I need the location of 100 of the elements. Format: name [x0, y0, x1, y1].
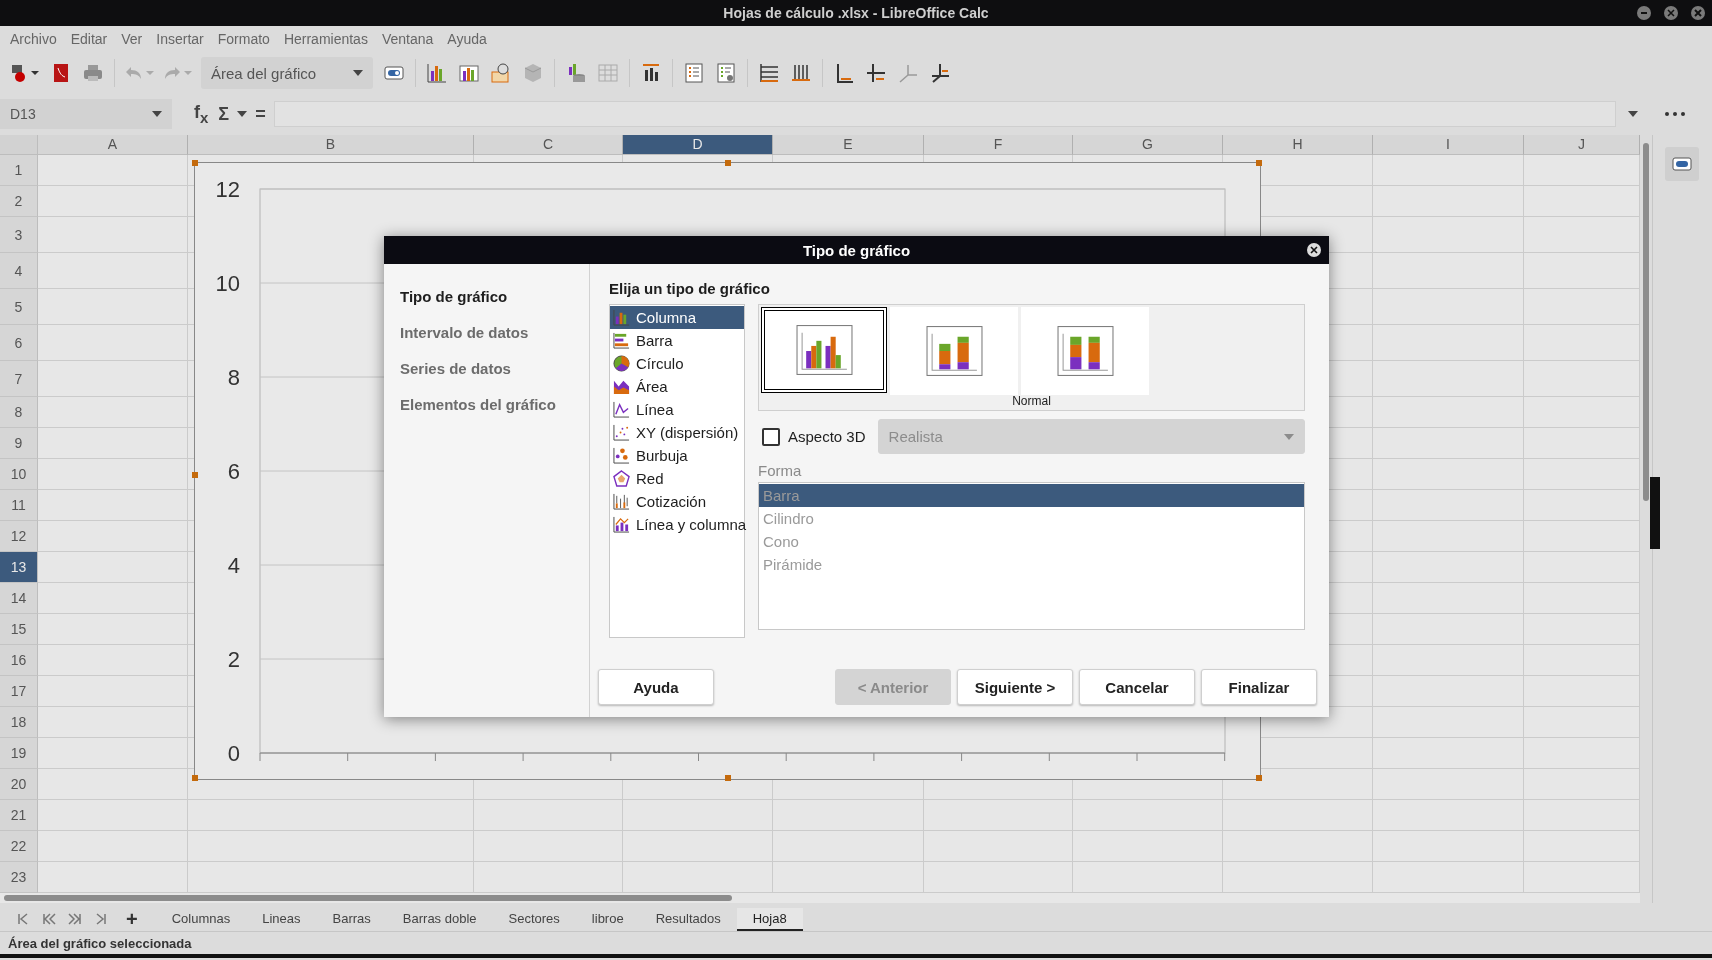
name-box[interactable]: D13 — [0, 99, 172, 129]
formula-button[interactable]: = — [253, 103, 268, 125]
resize-handle[interactable] — [192, 472, 198, 478]
sheet-tab[interactable]: libroe — [575, 907, 640, 931]
row-header[interactable]: 16 — [0, 645, 38, 676]
row-header[interactable]: 8 — [0, 397, 38, 428]
chart-element-select[interactable]: Área del gráfico — [201, 57, 373, 89]
dialog-button[interactable]: Ayuda — [598, 669, 714, 705]
caret-icon[interactable] — [237, 111, 248, 117]
row-header[interactable]: 20 — [0, 769, 38, 800]
menu-item[interactable]: Herramientas — [276, 28, 375, 50]
menu-item[interactable]: Insertar — [149, 28, 211, 50]
chart-type-item[interactable]: Red — [610, 467, 744, 490]
function-wizard-button[interactable]: f$_{x}$ — [192, 102, 211, 126]
chart-type-item[interactable]: Línea — [610, 398, 744, 421]
y-axis-icon[interactable] — [865, 62, 887, 84]
row-header[interactable]: 3 — [0, 217, 38, 253]
legend-settings-icon[interactable] — [715, 62, 737, 84]
chart-type-item[interactable]: Barra — [610, 329, 744, 352]
resize-handle[interactable] — [192, 160, 198, 166]
resize-handle[interactable] — [1256, 160, 1262, 166]
previous-sheet-icon[interactable] — [42, 912, 56, 926]
wizard-step[interactable]: Series de datos — [400, 350, 589, 386]
column-header[interactable]: I — [1373, 135, 1524, 155]
row-header[interactable]: 21 — [0, 800, 38, 831]
wizard-step[interactable]: Elementos del gráfico — [400, 386, 589, 422]
menu-item[interactable]: Editar — [63, 28, 115, 50]
sidebar-handle[interactable] — [1649, 477, 1660, 549]
vertical-grid-icon[interactable] — [790, 62, 812, 84]
legend-icon[interactable] — [683, 62, 705, 84]
row-header[interactable]: 10 — [0, 459, 38, 490]
row-header[interactable]: 14 — [0, 583, 38, 614]
column-header[interactable]: H — [1223, 135, 1373, 155]
expand-caret-icon[interactable] — [1628, 111, 1638, 117]
resize-handle[interactable] — [725, 775, 731, 781]
chart-type-item[interactable]: Columna — [610, 306, 744, 329]
row-header[interactable]: 1 — [0, 155, 38, 186]
all-axes-icon[interactable] — [929, 62, 951, 84]
scrollbar-thumb[interactable] — [4, 895, 732, 901]
sheet-tab[interactable]: Barras doble — [386, 907, 493, 931]
picture-icon[interactable] — [490, 62, 512, 84]
row-header[interactable]: 4 — [0, 253, 38, 289]
sum-button[interactable]: Σ — [216, 103, 232, 125]
dialog-button[interactable]: Finalizar — [1201, 669, 1317, 705]
menu-item[interactable]: Ver — [114, 28, 150, 50]
close-icon[interactable] — [1307, 243, 1321, 257]
menu-item[interactable]: Formato — [210, 28, 277, 50]
row-header[interactable]: 23 — [0, 862, 38, 893]
chart-title-icon[interactable] — [640, 62, 662, 84]
minimize-icon[interactable] — [1636, 5, 1652, 21]
column-chart-icon[interactable] — [426, 62, 448, 84]
first-sheet-icon[interactable] — [16, 912, 30, 926]
row-header[interactable]: 6 — [0, 325, 38, 361]
sheet-tab[interactable]: Barras — [316, 907, 387, 931]
next-sheet-icon[interactable] — [68, 912, 82, 926]
column-header[interactable]: B — [188, 135, 474, 155]
row-header[interactable]: 11 — [0, 490, 38, 521]
chart-type-item[interactable]: Área — [610, 375, 744, 398]
row-header[interactable]: 12 — [0, 521, 38, 552]
row-header[interactable]: 5 — [0, 289, 38, 325]
checkbox[interactable] — [762, 427, 780, 446]
print-icon[interactable] — [82, 62, 104, 84]
sheet-tab[interactable]: Resultados — [639, 907, 737, 931]
menu-item[interactable]: Ayuda — [440, 28, 494, 50]
column-header[interactable]: G — [1073, 135, 1223, 155]
menu-item[interactable]: Ventana — [374, 28, 441, 50]
row-header[interactable]: 22 — [0, 831, 38, 862]
bar-chart-icon[interactable] — [458, 62, 480, 84]
sheet-tab[interactable]: Hoja8 — [736, 907, 803, 931]
dialog-button[interactable]: Siguiente > — [957, 669, 1073, 705]
sheet-tab[interactable]: Columnas — [155, 907, 247, 931]
row-header[interactable]: 2 — [0, 186, 38, 217]
menu-item[interactable]: Archivo — [3, 28, 64, 50]
row-header[interactable]: 15 — [0, 614, 38, 645]
chart-type-item[interactable]: Círculo — [610, 352, 744, 375]
sheet-tab[interactable]: Lineas — [246, 907, 317, 931]
resize-handle[interactable] — [1256, 775, 1262, 781]
column-header[interactable]: A — [38, 135, 188, 155]
resize-handle[interactable] — [725, 160, 731, 166]
resize-handle[interactable] — [192, 775, 198, 781]
column-header[interactable]: E — [773, 135, 924, 155]
row-header[interactable]: 9 — [0, 428, 38, 459]
row-header[interactable]: 19 — [0, 738, 38, 769]
column-header[interactable]: F — [924, 135, 1073, 155]
chart-type-item[interactable]: XY (dispersión) — [610, 421, 744, 444]
wizard-step[interactable]: Intervalo de datos — [400, 314, 589, 350]
horizontal-grid-icon[interactable] — [758, 62, 780, 84]
column-header[interactable]: J — [1524, 135, 1640, 155]
wizard-step[interactable]: Tipo de gráfico — [400, 278, 589, 314]
chart-type-item[interactable]: Burbuja — [610, 444, 744, 467]
row-header[interactable]: 13 — [0, 552, 38, 583]
row-header[interactable]: 18 — [0, 707, 38, 738]
chart-type-item[interactable]: Cotización — [610, 490, 744, 513]
row-header[interactable]: 17 — [0, 676, 38, 707]
chart-variant-option[interactable] — [761, 307, 887, 393]
more-options-icon[interactable] — [1664, 111, 1686, 117]
sheet-tab[interactable]: Sectores — [492, 907, 576, 931]
dialog-button[interactable]: Cancelar — [1079, 669, 1195, 705]
add-sheet-button[interactable]: + — [126, 907, 138, 931]
row-header[interactable]: 7 — [0, 361, 38, 397]
